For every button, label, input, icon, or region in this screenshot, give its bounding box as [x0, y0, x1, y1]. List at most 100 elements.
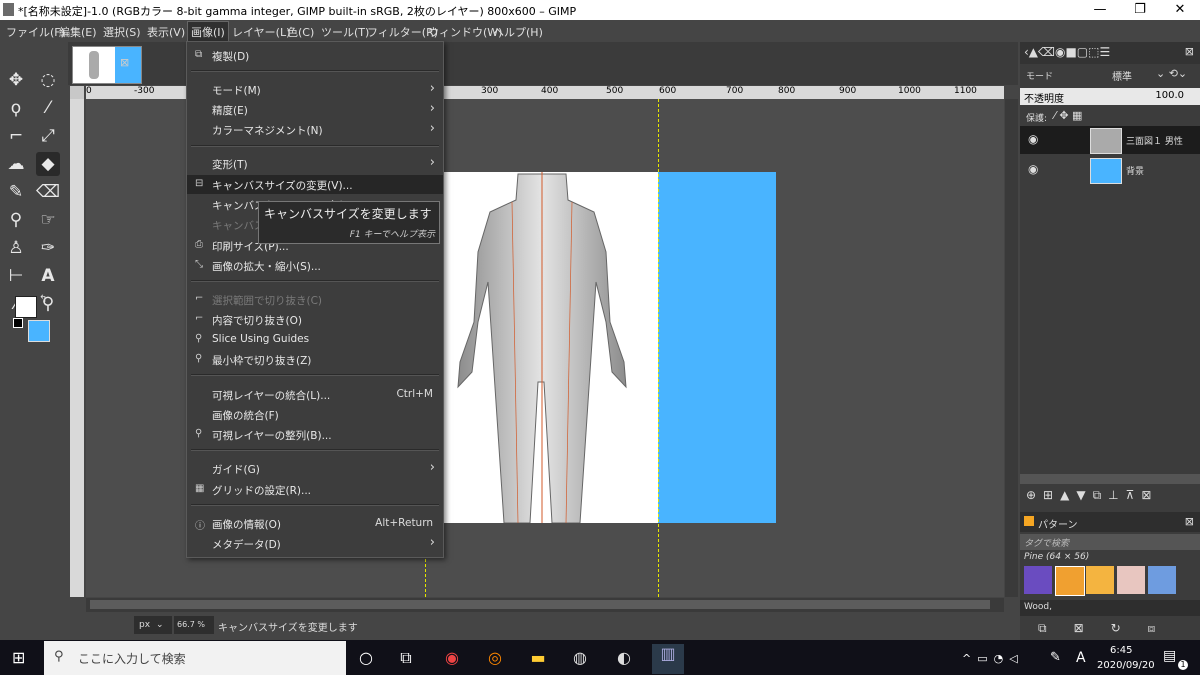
tag-filter-input[interactable]: タグで検索	[1020, 534, 1200, 550]
windows-start-icon[interactable]: ⊞	[12, 648, 25, 667]
ime-indicator[interactable]: A	[1076, 650, 1086, 666]
menu-color[interactable]: 色(C)	[287, 24, 314, 40]
patterns-tab[interactable]: パターン ⊠	[1020, 512, 1200, 532]
menu-item-zealous-crop[interactable]: ⚲ 最小枠で切り抜き(Z)	[187, 350, 443, 369]
menu-item-transform[interactable]: 変形(T) ›	[187, 154, 443, 173]
clock-date[interactable]: 2020/09/20	[1097, 660, 1155, 671]
cortana-icon[interactable]: ○	[354, 648, 378, 668]
dodge-icon[interactable]: ♙	[4, 236, 28, 260]
layer-row-figure[interactable]: ◉ 三面図１ 男性	[1020, 126, 1200, 154]
background-layer-fill[interactable]	[658, 172, 776, 523]
notification-icon[interactable]: ▤	[1163, 648, 1176, 664]
menu-item-crop-to-content[interactable]: ⌐ 内容で切り抜き(O)	[187, 310, 443, 329]
swap-colors-icon[interactable]: ↰	[39, 294, 47, 305]
menu-item-precision[interactable]: 精度(E) ›	[187, 100, 443, 119]
gimp-taskbar-icon[interactable]: ▥	[652, 644, 684, 674]
visibility-eye-icon[interactable]: ◉	[1028, 132, 1038, 146]
clock-time[interactable]: 6:45	[1110, 645, 1132, 656]
align-icon[interactable]: ⊢	[4, 264, 28, 288]
minimize-button[interactable]: —	[1080, 0, 1120, 20]
menu-item-configure-grid[interactable]: ▦ グリッドの設定(R)...	[187, 480, 443, 499]
horizontal-scrollbar[interactable]	[86, 598, 1004, 612]
pattern-swatch[interactable]	[1148, 566, 1176, 594]
image-tab-thumbnail[interactable]	[72, 46, 142, 84]
pattern-action-icons[interactable]: ⧉⊠↻⧈	[1038, 621, 1182, 636]
layer-row-background[interactable]: ◉ 背景	[1020, 156, 1200, 184]
menu-item-guides[interactable]: ガイド(G) ›	[187, 459, 443, 478]
menu-file[interactable]: ファイル(F)	[6, 24, 65, 40]
smudge-icon[interactable]: ☞	[36, 208, 60, 232]
eraser-icon[interactable]: ⌫	[36, 180, 60, 204]
lasso-icon[interactable]: ϙ	[4, 96, 28, 120]
blender-icon[interactable]: ◎	[483, 648, 507, 668]
background-color-swatch[interactable]	[28, 320, 50, 342]
ruler-corner[interactable]	[70, 86, 84, 99]
transform-tool-icon[interactable]: ⤢	[36, 124, 60, 148]
menu-item-mode[interactable]: モード(M) ›	[187, 80, 443, 99]
dock-menu-icon[interactable]: ⊠	[1185, 45, 1194, 58]
visibility-eye-icon[interactable]: ◉	[1028, 162, 1038, 176]
chevron-right-icon: ›	[429, 121, 435, 136]
bucket-fill-icon[interactable]: ◆	[36, 152, 60, 176]
menu-item-arrange-layers[interactable]: ⚲ 可視レイヤーの整列(B)...	[187, 425, 443, 444]
default-colors-icon[interactable]	[13, 318, 23, 328]
chrome-icon[interactable]: ◉	[440, 648, 464, 668]
clip-studio-icon[interactable]: ◐	[612, 648, 636, 668]
menu-item-image-properties[interactable]: ⓘ 画像の情報(O) Alt+Return	[187, 514, 443, 533]
layer-action-icons[interactable]: ⊕⊞▲▼⧉⊥⊼⊠	[1026, 488, 1158, 503]
ellipse-select-icon[interactable]: ◌	[36, 68, 60, 92]
dock-arrow-icon[interactable]: ‹▲⌫◉■▢⬚☰	[1024, 45, 1110, 59]
foreground-color-swatch[interactable]	[15, 296, 37, 318]
paintbrush-icon[interactable]: ✎	[4, 180, 28, 204]
crop-tool-icon[interactable]: ⌐	[4, 124, 28, 148]
menu-item-canvas-size[interactable]: ⊟ キャンバスサイズの変更(V)...	[187, 175, 443, 194]
menu-tools[interactable]: ツール(T)	[321, 24, 369, 40]
pattern-swatch[interactable]	[1117, 566, 1145, 594]
mode-reset-icon[interactable]: ⌄ ⟲⌄	[1156, 67, 1187, 80]
taskbar-search-box[interactable]: ⚲ ここに入力して検索	[44, 641, 346, 675]
task-view-icon[interactable]: ⧉	[394, 648, 418, 668]
menu-windows[interactable]: ウィンドウ(W)	[428, 24, 502, 40]
close-button[interactable]: ✕	[1160, 0, 1200, 20]
tab-close-icon[interactable]: ⊠	[120, 56, 129, 69]
menu-image[interactable]: 画像(I)	[187, 21, 229, 43]
move-tool-icon[interactable]: ✥	[4, 68, 28, 92]
menu-item-scale-image[interactable]: ⤡ 画像の拡大・縮小(S)...	[187, 256, 443, 275]
maximize-button[interactable]: ❐	[1120, 0, 1160, 20]
file-explorer-icon[interactable]: ▬	[526, 648, 550, 668]
canvas-image-layer[interactable]	[426, 172, 658, 523]
zoom-select[interactable]: 66.7 %	[174, 616, 214, 634]
vertical-ruler[interactable]	[70, 99, 84, 597]
mode-select[interactable]: 標準	[1112, 68, 1132, 83]
menu-item-merge-visible[interactable]: 可視レイヤーの統合(L)... Ctrl+M	[187, 385, 443, 404]
menu-item-flatten-image[interactable]: 画像の統合(F)	[187, 405, 443, 424]
lock-icons[interactable]: ⁄ ✥ ▦	[1054, 109, 1082, 122]
pen-icon[interactable]: ✎	[1050, 650, 1061, 665]
menu-help[interactable]: ヘルプ(H)	[493, 24, 543, 40]
fuzzy-select-icon[interactable]: ⁄	[36, 96, 60, 120]
menu-edit[interactable]: 編集(E)	[59, 24, 97, 40]
opacity-slider[interactable]: 不透明度 100.0	[1020, 88, 1200, 105]
menu-item-slice-using-guides[interactable]: ⚲ Slice Using Guides	[187, 330, 443, 349]
system-tray-icons[interactable]: ^▭◔◁	[962, 652, 1024, 665]
patterns-menu-icon[interactable]: ⊠	[1185, 515, 1194, 528]
menu-item-metadata[interactable]: メタデータ(D) ›	[187, 534, 443, 553]
pattern-swatch[interactable]	[1024, 566, 1052, 594]
layers-scrollbar[interactable]	[1020, 474, 1200, 484]
unit-select[interactable]: px ⌄	[134, 616, 172, 634]
warp-tool-icon[interactable]: ☁	[4, 152, 28, 176]
menu-item-duplicate[interactable]: ⧉ 複製(D)	[187, 46, 443, 65]
guide-center[interactable]	[658, 99, 659, 597]
menu-select[interactable]: 選択(S)	[103, 24, 141, 40]
path-tool-icon[interactable]: ✑	[36, 236, 60, 260]
menu-layer[interactable]: レイヤー(L)	[232, 24, 290, 40]
app-icon[interactable]: ◍	[568, 648, 592, 668]
pattern-tag-field[interactable]: Wood,	[1020, 600, 1200, 616]
menu-item-color-management[interactable]: カラーマネジメント(N) ›	[187, 120, 443, 139]
vertical-scrollbar[interactable]	[1005, 99, 1018, 597]
menu-view[interactable]: 表示(V)	[147, 24, 185, 40]
pattern-swatch-selected[interactable]	[1055, 566, 1085, 596]
pattern-swatch[interactable]	[1086, 566, 1114, 594]
clone-icon[interactable]: ⚲	[4, 208, 28, 232]
text-tool-icon[interactable]: A	[36, 264, 60, 288]
